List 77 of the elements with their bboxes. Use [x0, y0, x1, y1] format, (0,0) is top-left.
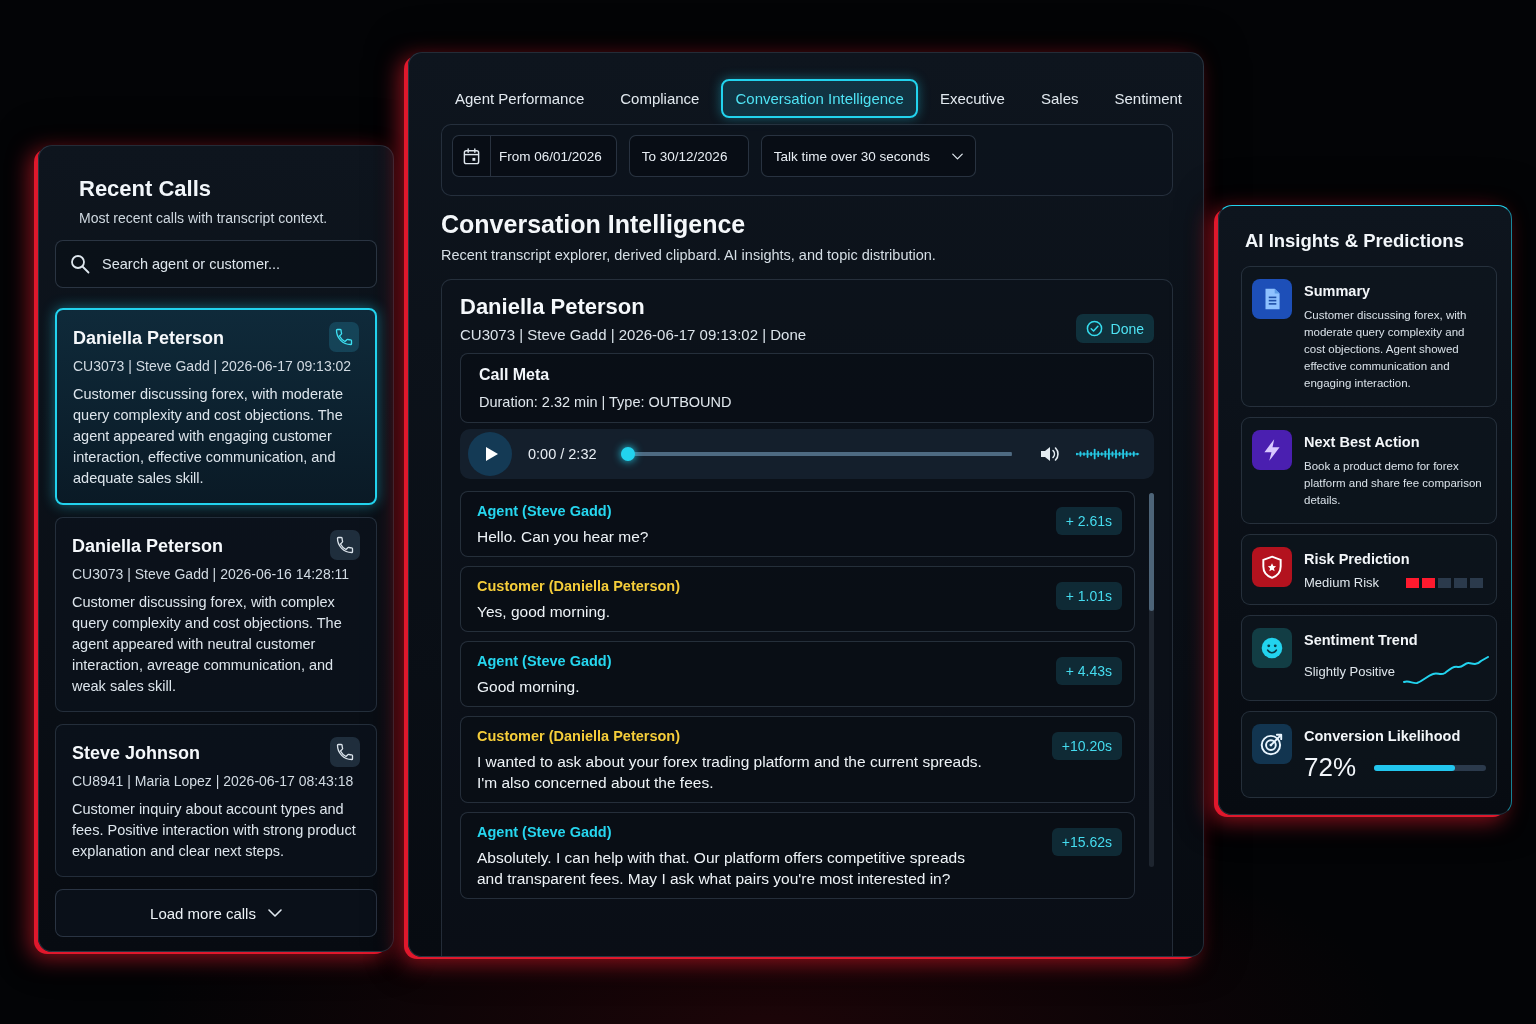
phone-icon[interactable]	[330, 530, 360, 560]
time-offset: + 4.43s	[1055, 657, 1122, 685]
load-more-button[interactable]: Load more calls	[55, 889, 377, 937]
tab[interactable]: Compliance	[606, 79, 714, 118]
smiley-icon	[1252, 628, 1292, 668]
phone-icon[interactable]	[330, 737, 360, 767]
insight-title: Next Best Action	[1304, 434, 1421, 450]
phone-icon[interactable]	[329, 322, 359, 352]
insight-text: Book a product demo for forex platform and share fee comparison details.	[1304, 459, 1483, 508]
play-button[interactable]	[468, 432, 512, 476]
search-field[interactable]: Search agent or customer...	[55, 240, 377, 288]
speaker-label: Customer (Daniella Peterson)	[477, 578, 681, 594]
panel-title: AI Insights & Predictions	[1245, 230, 1465, 252]
call-meta-title: Call Meta	[479, 366, 551, 384]
status-label: Done	[1110, 320, 1144, 337]
insight-title: Sentiment Trend	[1304, 632, 1419, 648]
time-offset: + 2.61s	[1055, 507, 1122, 535]
insight-title: Risk Prediction	[1304, 551, 1411, 567]
tab[interactable]: Executive	[925, 79, 1019, 118]
tab[interactable]: Sentiment	[1100, 79, 1197, 118]
tab[interactable]: Sales	[1026, 79, 1093, 118]
speaker-label: Agent (Steve Gadd)	[477, 503, 613, 519]
check-circle-icon	[1085, 320, 1103, 337]
message-text: I wanted to ask about your forex trading platform and the current spreads. I'm also concerned about the fees.	[477, 752, 983, 793]
document-icon	[1252, 279, 1292, 319]
call-card[interactable]	[55, 308, 377, 505]
sentiment-label: Slightly Positive	[1304, 663, 1396, 679]
conversion-percentage: 72%	[1304, 752, 1357, 783]
shield-icon	[1252, 547, 1292, 587]
message-text: Yes, good morning.	[477, 602, 611, 622]
insight-text: Customer discussing forex, with moderate query complexity and cost objections. Agent showed effective communication and engaging interaction.	[1304, 308, 1468, 391]
tab[interactable]: Agent Performance	[441, 79, 599, 118]
insight-title: Conversion Likelihood	[1304, 728, 1462, 744]
call-summary: Customer inquiry about account types and fees. Positive interaction with strong product explanation and clear next steps.	[72, 800, 357, 861]
time-offset: +10.20s	[1051, 732, 1122, 760]
panel-subtitle: Most recent calls with transcript context.	[79, 210, 329, 226]
page-title: Conversation Intelligence	[441, 210, 747, 239]
date-from-field[interactable]: From 06/01/2026	[452, 135, 617, 177]
page-subtitle: Recent transcript explorer, derived clipbard. AI insights, and topic distribution.	[441, 247, 937, 263]
target-icon	[1252, 724, 1292, 764]
panel-title: Recent Calls	[79, 176, 213, 202]
call-meta-details: Duration: 2.32 min | Type: OUTBOUND	[479, 394, 733, 410]
call-meta: CU8941 | Maria Lopez | 2026-06-17 08:43:18	[72, 773, 355, 789]
message-text: Good morning.	[477, 677, 581, 697]
message-text: Hello. Can you hear me?	[477, 527, 649, 547]
scrollbar-thumb[interactable]	[1149, 493, 1154, 611]
message-text: Absolutely. I can help with that. Our platform offers competitive spreads and transparent fees. May I ask what pairs you're most interested in?	[477, 848, 966, 889]
play-icon	[484, 446, 499, 462]
date-to-field[interactable]: To 30/12/2026	[628, 135, 749, 177]
call-info: CU3073 | Steve Gadd | 2026-06-17 09:13:02 | Done	[460, 326, 807, 343]
waveform-icon	[1076, 446, 1140, 462]
call-card[interactable]: Steve Johnson CU8941 | Maria Lopez | 2026-06-17 08:43:18 Customer inquiry about account types and fees. Positive interaction with strong product explanation and clear next steps.	[55, 724, 377, 877]
playback-time: 0:00 / 2:32	[528, 446, 597, 462]
call-summary: Customer discussing forex, with moderate query complexity and cost objections. The agent appeared with engaging customer interaction, effective communication, and adequate sales skill.	[73, 385, 344, 488]
caller-name: Daniella Peterson	[73, 328, 225, 349]
speaker-label: Agent (Steve Gadd)	[477, 824, 613, 840]
caller-name: Daniella Peterson	[72, 536, 224, 557]
search-icon	[70, 254, 90, 274]
scrollbar-track[interactable]	[1149, 493, 1154, 867]
risk-level-label: Medium Risk	[1304, 575, 1380, 590]
call-meta: CU3073 | Steve Gadd | 2026-06-17 09:13:02	[73, 358, 353, 374]
speaker-label: Agent (Steve Gadd)	[477, 653, 612, 669]
tab[interactable]: Conversation Intelligence	[721, 79, 918, 118]
chevron-down-icon	[267, 909, 282, 917]
time-offset: + 1.01s	[1055, 582, 1122, 610]
call-summary: Customer discussing forex, with complex query complexity and cost objections. The agent appeared with neutral customer interaction, avreage communication, and weak sales skill.	[72, 593, 343, 696]
volume-icon[interactable]	[1040, 445, 1060, 463]
caller-name: Steve Johnson	[72, 743, 201, 764]
lightning-icon	[1252, 430, 1292, 470]
customer-name: Daniella Peterson	[460, 294, 646, 320]
chevron-down-icon	[951, 152, 963, 160]
call-meta: CU3073 | Steve Gadd | 2026-06-16 14:28:11	[72, 566, 351, 582]
speaker-label: Customer (Daniella Peterson)	[477, 728, 682, 744]
talk-time-dropdown[interactable]: Talk time over 30 seconds	[760, 135, 976, 177]
seek-thumb[interactable]	[620, 447, 635, 461]
time-offset: +15.62s	[1051, 828, 1122, 856]
insight-title: Summary	[1304, 283, 1372, 299]
